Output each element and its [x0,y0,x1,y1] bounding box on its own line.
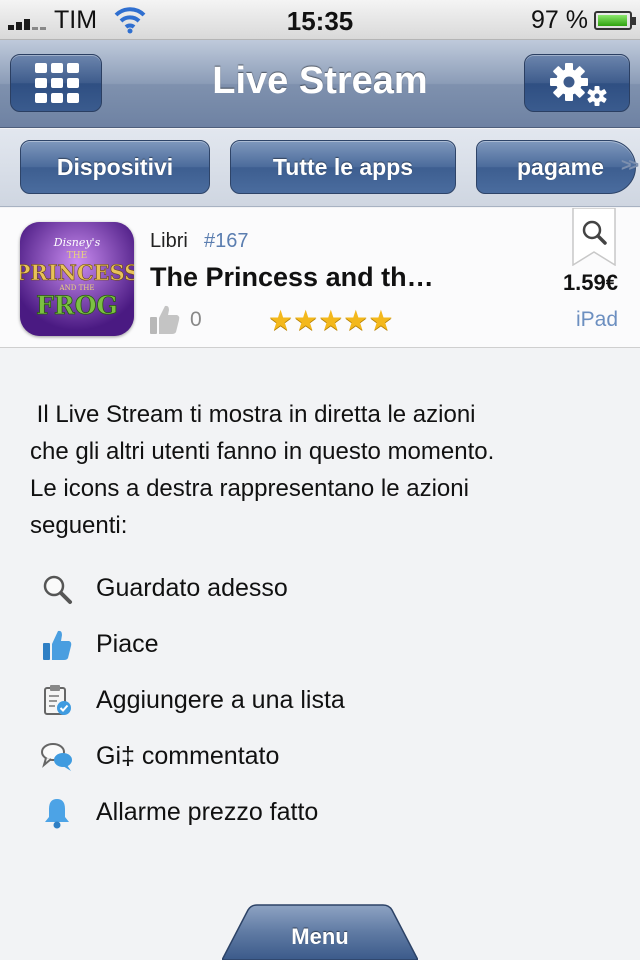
filter-all-apps-button[interactable]: Tutte le apps [230,140,456,194]
settings-button[interactable] [524,54,630,112]
thumbs-up-icon [150,305,180,334]
legend-label: Guardato adesso [96,574,288,602]
intro-line: che gli altri utenti fanno in questo mom… [30,438,495,465]
clipboard-check-icon [44,685,71,715]
app-icon[interactable]: Disney's THE PRINCESS AND THE FROG [20,222,134,336]
filter-bar: Dispositivi Tutte le apps pagame >> [0,129,640,207]
legend-item: Gi‡ commentato [40,738,600,778]
app-list-item[interactable]: Disney's THE PRINCESS AND THE FROG Libri… [0,208,640,348]
menu-label: Menu [291,924,349,949]
legend-label: Aggiungere a una lista [96,686,345,714]
scroll-more-icon[interactable]: >> [621,155,639,176]
legend-item: Guardato adesso [40,570,600,610]
nav-bar: Live Stream [0,40,640,128]
viewed-now-bookmark-icon[interactable] [572,208,616,266]
intro-line: seguenti: [30,512,128,539]
legend-item: Piace [40,626,600,666]
intro-line: Le icons a destra rappresentano le azion… [30,475,469,502]
intro-text: Il Live Stream ti mostra in diretta le a… [30,396,610,544]
battery-icon [594,11,636,30]
battery-percent: 97 % [531,6,588,34]
legend-label: Allarme prezzo fatto [96,798,319,826]
app-icon-line4: FROG [36,291,118,320]
speech-bubbles-icon [41,743,72,771]
magnifier-icon [43,575,72,604]
filter-paid-button[interactable]: pagame [476,140,636,194]
legend-item: Allarme prezzo fatto [40,794,600,834]
app-icon-line2: PRINCESS [20,260,134,285]
like-count: 0 [190,308,202,331]
app-category: Libri [150,230,188,252]
status-bar: TIM 15:35 97 % [0,0,640,40]
filter-devices-button[interactable]: Dispositivi [20,140,210,194]
app-icon-brand: Disney's [53,236,101,249]
menu-button[interactable]: Menu [222,904,418,960]
thumbs-up-icon [43,630,72,660]
app-title: The Princess and th… [150,262,434,292]
intro-line: Il Live Stream ti mostra in diretta le a… [30,401,476,428]
bell-icon [45,799,69,829]
app-device: iPad [575,308,618,331]
app-rank: #167 [204,230,249,252]
star-rating: ★★★★★ [268,305,394,336]
legend-item: Aggiungere a una lista [40,682,600,722]
app-price: 1.59€ [562,270,618,295]
legend-label: Gi‡ commentato [96,742,280,770]
gear-icon [550,63,607,106]
legend-label: Piace [96,630,159,658]
